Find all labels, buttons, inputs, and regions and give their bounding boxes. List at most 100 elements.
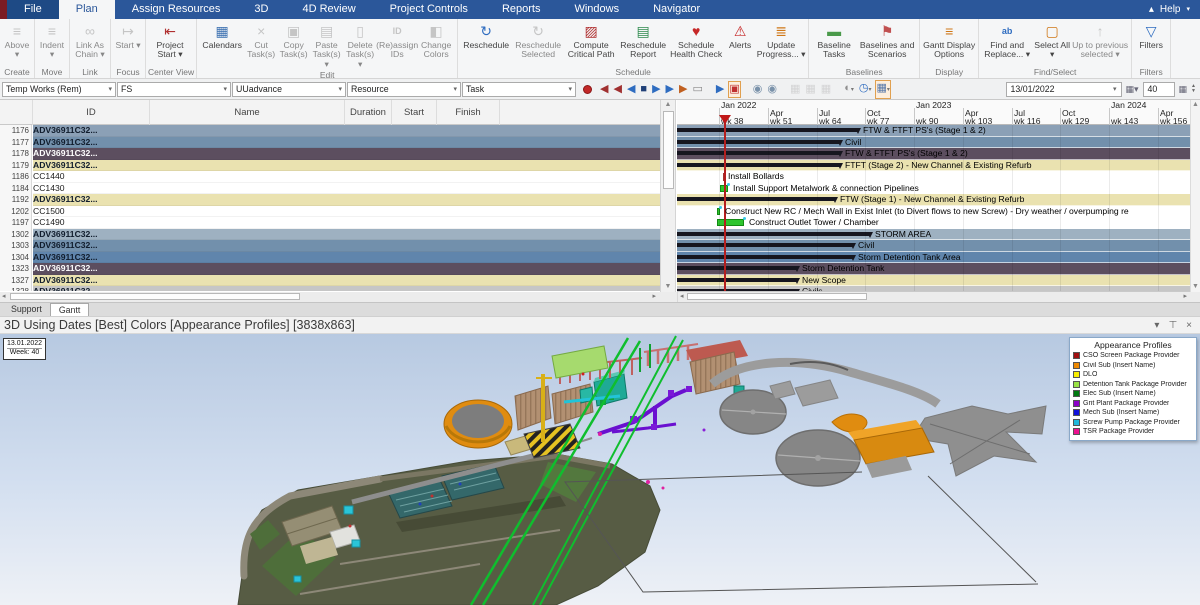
filter-combo-resource[interactable]: Resource▾ (347, 82, 461, 97)
table-row[interactable]: CC1490Construct Outlet Tower / Chamber21… (33, 217, 660, 229)
table-vertical-scrollbar[interactable]: ▲ ▼ (660, 100, 676, 292)
close-icon[interactable]: × (1186, 320, 1192, 331)
date-picker-icon[interactable]: ▦▾ (1126, 84, 1139, 95)
table-row[interactable]: ADV36911C32...- Storm Detention Tank Are… (33, 252, 660, 264)
help-dropdown-icon[interactable]: ▾ (1186, 0, 1190, 19)
table-row[interactable]: ADV36911C32...- STORM AREA305d22/07/2021… (33, 229, 660, 241)
table-row[interactable]: CC1500Construct New RC / Mech Wall in Ex… (33, 206, 660, 218)
record-window-button[interactable]: ▣ (729, 82, 739, 97)
calendar-mode-button[interactable]: ▦▾ (876, 81, 889, 98)
camera-a-button[interactable]: ◉ (753, 82, 763, 97)
record-button[interactable] (583, 85, 592, 94)
gantt-row[interactable]: STORM AREA (677, 229, 1190, 241)
column-header-name[interactable]: Name (150, 100, 345, 125)
ribbon-button-baselines-and-scenarios[interactable]: ⚑Baselines and Scenarios (857, 20, 917, 66)
table-row[interactable]: ADV36911C32...- Civil282d22/07/202106/09… (33, 240, 660, 252)
column-header-id[interactable]: ID (33, 100, 150, 125)
ribbon-button-gantt-display-options[interactable]: ≡Gantt Display Options (922, 20, 976, 66)
tab-assign-resources[interactable]: Assign Resources (115, 0, 238, 19)
tab-plan[interactable]: Plan (59, 0, 115, 19)
gantt-vertical-scrollbar[interactable]: ▲ ▼ (1190, 100, 1200, 292)
pane-tab-gantt[interactable]: Gantt (50, 303, 90, 317)
table-row[interactable]: ADV36911C32...- FTW & FTFT PS's (Stage 1… (33, 125, 660, 137)
gantt-row[interactable]: Storm Detention Tank Area (677, 252, 1190, 264)
ribbon-button-update-progress[interactable]: ≣Update Progress... ▾ (756, 20, 806, 66)
tab-reports[interactable]: Reports (485, 0, 558, 19)
ribbon-button-filters[interactable]: ▽Filters (1134, 20, 1168, 66)
gantt-row[interactable]: Civil (677, 137, 1190, 149)
table-row[interactable]: ADV36911C32...- New Scope195d10/08/20212… (33, 275, 660, 287)
ribbon-button-compute-critical-path[interactable]: ▨Compute Critical Path (564, 20, 618, 66)
previous-keyframe-button[interactable]: ◀ (613, 82, 621, 97)
tab-project-controls[interactable]: Project Controls (373, 0, 485, 19)
ribbon-button-select-all[interactable]: ▢Select All ▾ (1033, 20, 1071, 66)
filter-combo-task[interactable]: Task▾ (462, 82, 576, 97)
collapse-ribbon-icon[interactable]: ▴ (1149, 0, 1154, 19)
skip-to-start-button[interactable]: ◀ (600, 82, 608, 97)
table-row[interactable]: CC1440Install Bollards2d13/01/202214/01/… (33, 171, 660, 183)
stop-button[interactable]: ■ (640, 82, 647, 97)
play-button[interactable]: ▶ (652, 82, 660, 97)
ribbon-button-calendars[interactable]: ▦Calendars (199, 20, 245, 69)
play-marker-button[interactable]: ▶ (716, 82, 724, 97)
gantt-row[interactable]: FTW (Stage 1) - New Channel & Existing R… (677, 194, 1190, 206)
snapshot-2-button[interactable]: ▦ (805, 82, 815, 97)
gantt-row[interactable]: FTFT (Stage 2) - New Channel & Existing … (677, 160, 1190, 172)
ribbon-button-reschedule[interactable]: ↻Reschedule (460, 20, 512, 66)
ribbon-button-project-start[interactable]: ⇤Project Start ▾ (148, 20, 192, 66)
pane-tab-support[interactable]: Support (3, 303, 50, 316)
gantt-row[interactable]: New Scope (677, 275, 1190, 287)
tab-4d-review[interactable]: 4D Review (285, 0, 372, 19)
camera-b-button[interactable]: ◉ (767, 82, 777, 97)
week-spinner[interactable]: ▲▼ (1191, 84, 1196, 94)
play-backward-button[interactable]: ◀ (627, 82, 635, 97)
gantt-row[interactable]: FTW & FTFT PS's (Stage 1 & 2) (677, 148, 1190, 160)
calculator-icon[interactable]: ▦ (1179, 84, 1188, 95)
snapshot-1-button[interactable]: ▦ (790, 82, 800, 97)
table-row[interactable]: ADV36911C32...- Storm Detention Tank208d… (33, 263, 660, 275)
ribbon-button-alerts[interactable]: ⚠Alerts (724, 20, 756, 66)
filter-combo-uuadvance[interactable]: UUadvance▾ (232, 82, 346, 97)
ribbon-button-reschedule-report[interactable]: ▤Reschedule Report (618, 20, 668, 66)
row-number-header[interactable] (0, 100, 33, 125)
contrast-button[interactable]: ◐▾ (844, 81, 854, 98)
filter-combo-fs[interactable]: FS▾ (117, 82, 231, 97)
gantt-row[interactable]: Construct New RC / Mech Wall in Exist In… (677, 206, 1190, 218)
table-horizontal-scrollbar[interactable]: ◂ ▸ (0, 292, 660, 302)
ribbon-button-baseline-tasks[interactable]: ▬Baseline Tasks (811, 20, 857, 66)
pin-icon[interactable]: ⊤ (1168, 320, 1177, 331)
help-button[interactable]: Help (1160, 0, 1181, 19)
tab-navigator[interactable]: Navigator (636, 0, 717, 19)
skip-to-end-button[interactable]: ▶ (679, 82, 687, 97)
ribbon-button-find-and-replace[interactable]: abFind and Replace... ▾ (981, 20, 1033, 66)
gantt-horizontal-scrollbar[interactable]: ◂ ▸ (677, 292, 1190, 302)
tab-file[interactable]: File (7, 0, 59, 19)
tab-3d[interactable]: 3D (237, 0, 285, 19)
week-field[interactable]: 40 (1143, 82, 1175, 97)
gantt-chart[interactable]: Jan 2022Jan 2023Jan 2024AprJulOctAprJulO… (677, 100, 1190, 292)
table-row[interactable]: ADV36911C32...- FTFT (Stage 2) - New Cha… (33, 160, 660, 172)
clock-button[interactable]: ◷▾ (859, 81, 872, 98)
table-row[interactable]: ADV36911C32...- FTW & FTFT PS's (Stage 1… (33, 148, 660, 160)
current-date-marker[interactable] (719, 115, 731, 124)
table-row[interactable]: ADV36911C32...- Civil244d20/08/202111/08… (33, 137, 660, 149)
next-keyframe-button[interactable]: ▶ (666, 82, 674, 97)
focus-date-field[interactable]: 13/01/2022▾ (1006, 82, 1122, 97)
gantt-row[interactable]: Storm Detention Tank (677, 263, 1190, 275)
table-row[interactable]: ADV36911C32...- FTW (Stage 1) - New Chan… (33, 194, 660, 206)
3d-scene[interactable] (0, 334, 1200, 605)
tab-windows[interactable]: Windows (557, 0, 636, 19)
gantt-row[interactable]: Install Support Metalwork & connection P… (677, 183, 1190, 195)
column-header-finish[interactable]: Finish (437, 100, 500, 125)
ribbon-button-schedule-health-check[interactable]: ♥Schedule Health Check (668, 20, 724, 66)
gantt-row[interactable]: Civil (677, 240, 1190, 252)
column-header-duration[interactable]: Duration (345, 100, 392, 125)
gantt-row[interactable]: FTW & FTFT PS's (Stage 1 & 2) (677, 125, 1190, 137)
filter-combo-temp-works-rem[interactable]: Temp Works (Rem)▾ (2, 82, 116, 97)
gantt-row[interactable]: Install Bollards (677, 171, 1190, 183)
viewport-menu-icon[interactable]: ▾ (1154, 320, 1159, 331)
loop-button[interactable]: ▭ (692, 82, 702, 97)
table-row[interactable]: ADV36911C32...- Civils195d10/08/202123/0… (33, 286, 660, 291)
column-header-start[interactable]: Start (392, 100, 437, 125)
snapshot-3-button[interactable]: ▦ (821, 82, 831, 97)
